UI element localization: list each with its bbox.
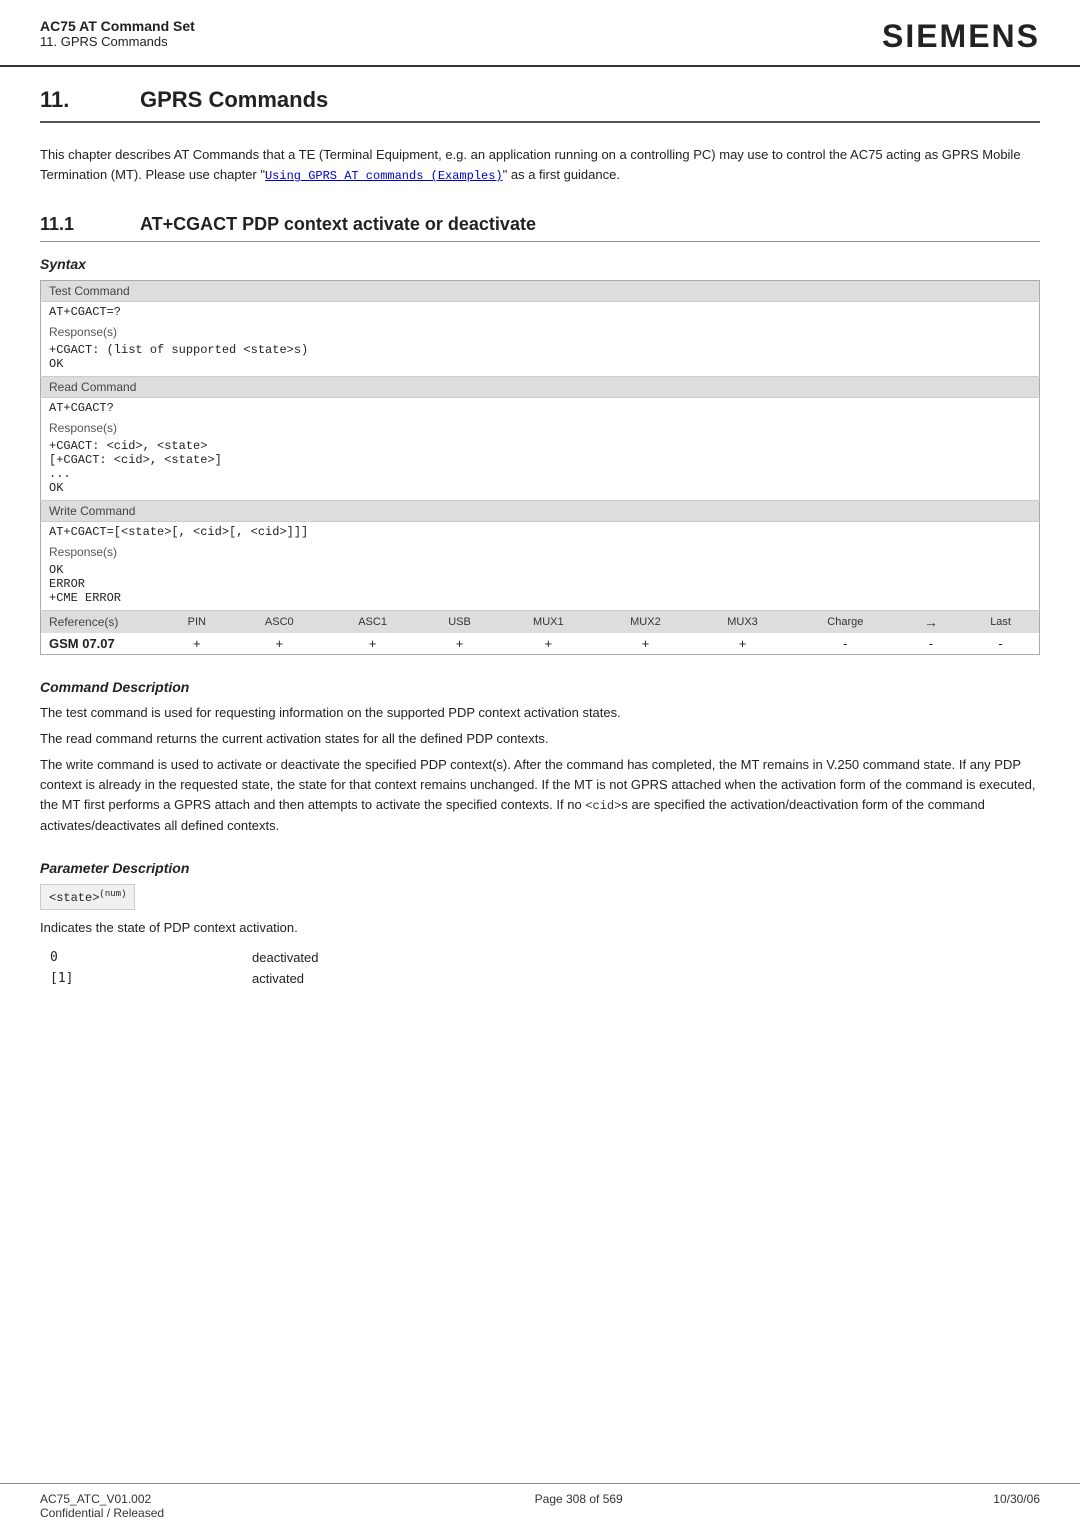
intro-link[interactable]: Using GPRS AT commands (Examples): [265, 169, 503, 183]
page-footer: AC75_ATC_V01.002 Confidential / Released…: [0, 1483, 1080, 1528]
reference-header-row: Reference(s) PIN ASC0 ASC1 USB MUX1 MUX2…: [41, 611, 1039, 633]
syntax-table: Test Command AT+CGACT=? Response(s) +CGA…: [40, 280, 1040, 655]
param-name-box: <state>(num): [40, 884, 135, 910]
footer-doc-id: AC75_ATC_V01.002: [40, 1492, 164, 1506]
test-command-value: AT+CGACT=?: [41, 301, 1040, 324]
param-values-table: 0 deactivated [1] activated: [40, 946, 1040, 990]
section-heading: 11.1 AT+CGACT PDP context activate or de…: [40, 214, 1040, 242]
write-command-value: AT+CGACT=[<state>[, <cid>[, <cid>]]]: [41, 521, 1040, 544]
charge-col-header: Charge: [791, 611, 900, 633]
last-value: -: [962, 633, 1039, 654]
param-desc-0: deactivated: [244, 948, 1038, 967]
write-command-header-row: Write Command: [41, 501, 1040, 522]
reference-gsm-value: GSM 07.07: [41, 633, 161, 654]
reference-value-row: GSM 07.07 + + + + + + + - - -: [41, 633, 1039, 654]
last-col-header: Last: [962, 611, 1039, 633]
page-header: AC75 AT Command Set 11. GPRS Commands SI…: [0, 0, 1080, 67]
footer-page: Page 308 of 569: [535, 1492, 623, 1520]
intro-text2: " as a first guidance.: [503, 167, 620, 182]
reference-col-header: Reference(s): [41, 611, 161, 633]
pin-value: +: [161, 633, 233, 654]
param-type: (num): [99, 889, 126, 899]
cmd-desc-para3: The write command is used to activate or…: [40, 755, 1040, 836]
charge-value: -: [791, 633, 900, 654]
write-command-header: Write Command: [41, 501, 1040, 522]
mux3-value: +: [694, 633, 791, 654]
mux2-value: +: [597, 633, 694, 654]
usb-col-header: USB: [419, 611, 500, 633]
cid-inline-code: <cid>: [585, 799, 621, 813]
param-value-row-1: [1] activated: [42, 969, 1038, 988]
chapter-title: GPRS Commands: [140, 87, 328, 113]
pin-col-header: PIN: [161, 611, 233, 633]
section-title: AT+CGACT PDP context activate or deactiv…: [140, 214, 536, 235]
test-response-row: +CGACT: (list of supported <state>s)OK: [41, 340, 1040, 377]
read-command-row: AT+CGACT?: [41, 397, 1040, 420]
write-response-label: Response(s): [41, 544, 1040, 560]
syntax-label: Syntax: [40, 256, 1040, 272]
read-command-header-row: Read Command: [41, 377, 1040, 398]
cmd-desc-para1: The test command is used for requesting …: [40, 703, 1040, 723]
intro-paragraph: This chapter describes AT Commands that …: [40, 145, 1040, 186]
mux1-value: +: [500, 633, 597, 654]
cmd-desc-para2: The read command returns the current act…: [40, 729, 1040, 749]
section-number: 11.1: [40, 214, 110, 235]
param-desc-1: activated: [244, 969, 1038, 988]
write-response-label-row: Response(s): [41, 544, 1040, 560]
footer-classification: Confidential / Released: [40, 1506, 164, 1520]
read-response-label-row: Response(s): [41, 420, 1040, 436]
read-response-value: +CGACT: <cid>, <state> [+CGACT: <cid>, <…: [41, 436, 1040, 501]
read-response-label: Response(s): [41, 420, 1040, 436]
asc1-col-header: ASC1: [326, 611, 419, 633]
test-command-header: Test Command: [41, 280, 1040, 301]
write-response-row: OK ERROR +CME ERROR: [41, 560, 1040, 611]
footer-left: AC75_ATC_V01.002 Confidential / Released: [40, 1492, 164, 1520]
chapter-heading: 11. GPRS Commands: [40, 87, 1040, 123]
header-left: AC75 AT Command Set 11. GPRS Commands: [40, 18, 195, 49]
asc0-value: +: [233, 633, 326, 654]
mux1-col-header: MUX1: [500, 611, 597, 633]
param-desc-text: Indicates the state of PDP context activ…: [40, 918, 1040, 938]
footer-date: 10/30/06: [993, 1492, 1040, 1520]
mux2-col-header: MUX2: [597, 611, 694, 633]
read-response-row: +CGACT: <cid>, <state> [+CGACT: <cid>, <…: [41, 436, 1040, 501]
reference-table: Reference(s) PIN ASC0 ASC1 USB MUX1 MUX2…: [41, 611, 1039, 654]
test-response-label-row: Response(s): [41, 324, 1040, 340]
test-command-row: AT+CGACT=?: [41, 301, 1040, 324]
param-name: <state>(num): [49, 891, 126, 905]
reference-cell: Reference(s) PIN ASC0 ASC1 USB MUX1 MUX2…: [41, 611, 1040, 655]
read-command-value: AT+CGACT?: [41, 397, 1040, 420]
test-command-header-row: Test Command: [41, 280, 1040, 301]
write-command-row: AT+CGACT=[<state>[, <cid>[, <cid>]]]: [41, 521, 1040, 544]
test-response-label: Response(s): [41, 324, 1040, 340]
read-command-header: Read Command: [41, 377, 1040, 398]
siemens-logo: SIEMENS: [882, 18, 1040, 55]
usb-value: +: [419, 633, 500, 654]
param-value-row-0: 0 deactivated: [42, 948, 1038, 967]
asc0-col-header: ASC0: [233, 611, 326, 633]
reference-row: Reference(s) PIN ASC0 ASC1 USB MUX1 MUX2…: [41, 611, 1040, 655]
param-val-0: 0: [42, 948, 242, 967]
asc1-value: +: [326, 633, 419, 654]
mux3-col-header: MUX3: [694, 611, 791, 633]
write-response-value: OK ERROR +CME ERROR: [41, 560, 1040, 611]
arrow-col-header: →: [900, 611, 963, 633]
command-description-label: Command Description: [40, 679, 1040, 695]
parameter-description-label: Parameter Description: [40, 860, 1040, 876]
arrow-value: -: [900, 633, 963, 654]
header-subtitle: 11. GPRS Commands: [40, 34, 195, 49]
header-title: AC75 AT Command Set: [40, 18, 195, 34]
chapter-number: 11.: [40, 87, 100, 113]
param-val-1: [1]: [42, 969, 242, 988]
test-response-value: +CGACT: (list of supported <state>s)OK: [41, 340, 1040, 377]
main-content: 11. GPRS Commands This chapter describes…: [0, 67, 1080, 1056]
